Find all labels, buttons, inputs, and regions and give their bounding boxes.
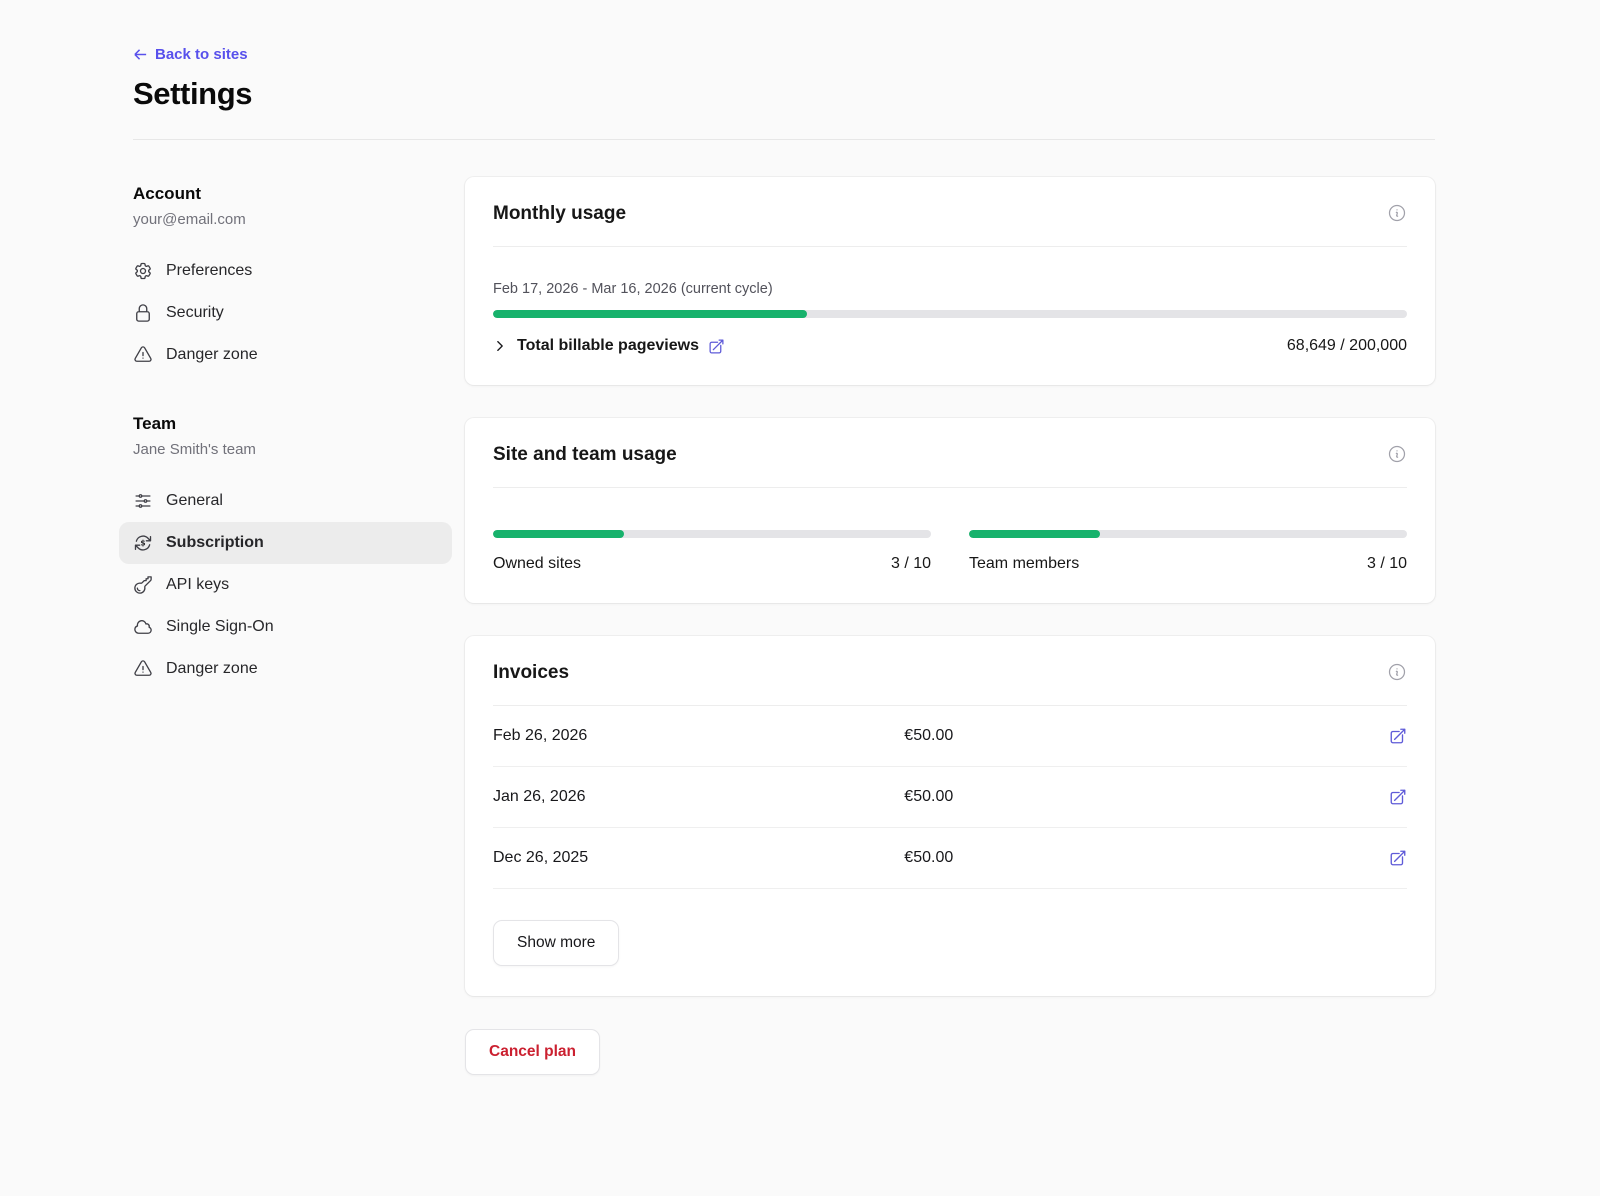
billable-pageviews-label: Total billable pageviews xyxy=(517,337,699,355)
external-link-icon xyxy=(1389,849,1407,867)
cancel-plan-button[interactable]: Cancel plan xyxy=(465,1029,600,1075)
billable-pageviews-row[interactable]: Total billable pageviews 68,649 / 200,00… xyxy=(493,337,1407,355)
page-title: Settings xyxy=(133,76,1435,112)
sidebar-item-label: General xyxy=(166,492,223,510)
sidebar-item-preferences[interactable]: Preferences xyxy=(119,250,452,292)
pageviews-progress-track xyxy=(493,310,1407,318)
monthly-usage-card: Monthly usage Feb 17, 2026 - Mar 16, 202… xyxy=(465,177,1435,385)
sidebar-section-account: Account your@email.com Preferences Secur… xyxy=(133,184,438,376)
owned-sites-meter: Owned sites 3 / 10 xyxy=(493,517,931,573)
billing-cycle-text: Feb 17, 2026 - Mar 16, 2026 (current cyc… xyxy=(493,281,1407,297)
settings-sidebar: Account your@email.com Preferences Secur… xyxy=(133,140,438,690)
external-link-icon xyxy=(1389,788,1407,806)
sliders-icon xyxy=(133,491,153,511)
invoices-title: Invoices xyxy=(493,662,569,684)
sidebar-item-team-danger-zone[interactable]: Danger zone xyxy=(119,648,452,690)
back-link-label: Back to sites xyxy=(155,46,248,63)
lock-icon xyxy=(133,303,153,323)
site-team-usage-card: Site and team usage Owned sites 3 / 10 xyxy=(465,418,1435,603)
sidebar-item-label: Single Sign-On xyxy=(166,618,274,636)
sidebar-item-label: API keys xyxy=(166,576,229,594)
invoice-download-link[interactable] xyxy=(1389,727,1407,745)
back-to-sites-link[interactable]: Back to sites xyxy=(133,46,248,63)
gear-icon xyxy=(133,261,153,281)
invoice-date: Jan 26, 2026 xyxy=(493,788,904,806)
site-team-usage-title: Site and team usage xyxy=(493,444,677,466)
invoice-download-link[interactable] xyxy=(1389,849,1407,867)
monthly-usage-title: Monthly usage xyxy=(493,203,626,225)
cloud-icon xyxy=(133,617,153,637)
account-email: your@email.com xyxy=(133,211,438,228)
sidebar-item-label: Security xyxy=(166,304,224,322)
owned-sites-progress-fill xyxy=(493,530,624,538)
invoice-date: Feb 26, 2026 xyxy=(493,727,904,745)
team-name: Jane Smith's team xyxy=(133,441,438,458)
invoice-row: Feb 26, 2026 €50.00 xyxy=(493,706,1407,767)
invoices-card: Invoices Feb 26, 2026 €50.00 Jan 26, 202… xyxy=(465,636,1435,996)
show-more-button[interactable]: Show more xyxy=(493,920,619,966)
external-link-icon[interactable] xyxy=(708,338,725,355)
sidebar-item-api-keys[interactable]: API keys xyxy=(119,564,452,606)
arrow-left-icon xyxy=(133,47,148,62)
invoice-row: Dec 26, 2025 €50.00 xyxy=(493,828,1407,889)
team-nav: General Subscription API keys Single Sig… xyxy=(133,480,438,690)
owned-sites-value: 3 / 10 xyxy=(891,555,931,573)
settings-page: Back to sites Settings Account your@emai… xyxy=(0,0,1600,1155)
sidebar-item-label: Danger zone xyxy=(166,660,258,678)
page-header: Back to sites Settings xyxy=(133,46,1435,112)
subscription-main: Monthly usage Feb 17, 2026 - Mar 16, 202… xyxy=(465,140,1435,1155)
key-icon xyxy=(133,575,153,595)
sidebar-item-label: Danger zone xyxy=(166,346,258,364)
invoice-download-link[interactable] xyxy=(1389,788,1407,806)
dollar-refresh-icon xyxy=(133,533,153,553)
invoice-amount: €50.00 xyxy=(904,788,1389,806)
team-members-label: Team members xyxy=(969,555,1079,573)
card-divider xyxy=(493,246,1407,247)
sidebar-item-label: Preferences xyxy=(166,262,252,280)
sidebar-item-label: Subscription xyxy=(166,534,264,552)
warning-triangle-icon xyxy=(133,659,153,679)
team-members-progress-track xyxy=(969,530,1407,538)
account-nav: Preferences Security Danger zone xyxy=(133,250,438,376)
invoice-amount: €50.00 xyxy=(904,727,1389,745)
invoice-date: Dec 26, 2025 xyxy=(493,849,904,867)
sidebar-section-team: Team Jane Smith's team General Subscript… xyxy=(133,414,438,690)
info-circle-icon[interactable] xyxy=(1387,444,1407,464)
invoice-amount: €50.00 xyxy=(904,849,1389,867)
external-link-icon xyxy=(1389,727,1407,745)
owned-sites-progress-track xyxy=(493,530,931,538)
chevron-right-icon[interactable] xyxy=(493,339,507,353)
team-members-value: 3 / 10 xyxy=(1367,555,1407,573)
sidebar-item-security[interactable]: Security xyxy=(119,292,452,334)
warning-triangle-icon xyxy=(133,345,153,365)
owned-sites-label: Owned sites xyxy=(493,555,581,573)
sidebar-item-account-danger-zone[interactable]: Danger zone xyxy=(119,334,452,376)
info-circle-icon[interactable] xyxy=(1387,203,1407,223)
invoice-row: Jan 26, 2026 €50.00 xyxy=(493,767,1407,828)
sidebar-item-general[interactable]: General xyxy=(119,480,452,522)
info-circle-icon[interactable] xyxy=(1387,662,1407,682)
sidebar-item-single-sign-on[interactable]: Single Sign-On xyxy=(119,606,452,648)
team-heading: Team xyxy=(133,414,438,434)
sidebar-item-subscription[interactable]: Subscription xyxy=(119,522,452,564)
card-divider xyxy=(493,487,1407,488)
pageviews-progress-fill xyxy=(493,310,807,318)
billable-pageviews-value: 68,649 / 200,000 xyxy=(1287,337,1407,355)
account-heading: Account xyxy=(133,184,438,204)
team-members-meter: Team members 3 / 10 xyxy=(969,517,1407,573)
team-members-progress-fill xyxy=(969,530,1100,538)
